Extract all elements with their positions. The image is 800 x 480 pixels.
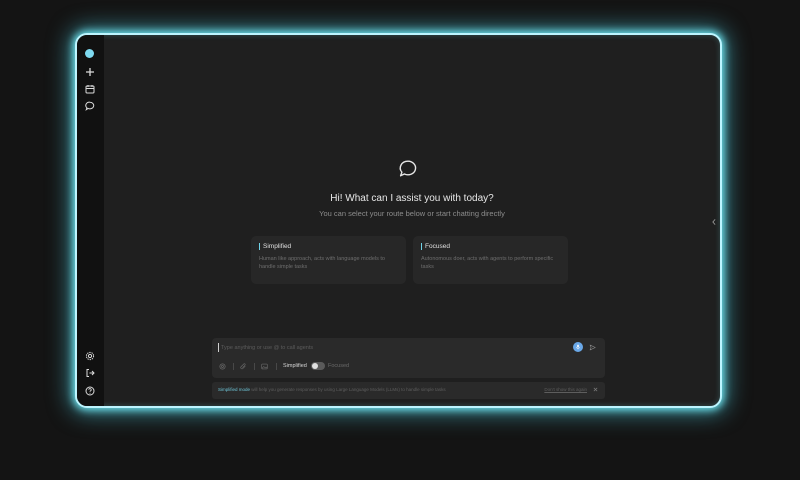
route-card-focused[interactable]: Focused Autonomous doer, acts with agent… (413, 236, 568, 284)
calendar-icon[interactable] (83, 82, 97, 96)
toolbar-divider (233, 363, 234, 370)
toolbar-divider (276, 363, 277, 370)
chat-bubble-icon (399, 160, 417, 177)
sidebar (77, 35, 104, 406)
mention-icon[interactable] (219, 363, 226, 370)
chat-icon[interactable] (83, 99, 97, 113)
toggle-knob (312, 363, 318, 369)
greeting-subtitle: You can select your route below or start… (319, 209, 505, 218)
settings-icon[interactable] (83, 349, 97, 363)
notice-text: Simplified mode will help you generate r… (218, 387, 446, 392)
image-icon[interactable] (261, 363, 268, 370)
main-panel: Hi! What can I assist you with today? Yo… (104, 35, 720, 406)
greeting-title: Hi! What can I assist you with today? (330, 193, 494, 204)
notice-body: will help you generate responses by usin… (250, 387, 446, 392)
toolbar-divider (254, 363, 255, 370)
mode-focused-label[interactable]: Focused (328, 363, 349, 369)
attach-icon[interactable] (240, 363, 247, 370)
route-card-simplified[interactable]: Simplified Human like approach, acts wit… (251, 236, 406, 284)
plus-icon[interactable] (83, 65, 97, 79)
send-icon (589, 344, 596, 350)
help-icon[interactable] (83, 384, 97, 398)
app-window: Hi! What can I assist you with today? Yo… (75, 33, 722, 408)
collapse-panel-icon[interactable] (710, 217, 718, 227)
close-icon[interactable] (592, 386, 598, 392)
mode-toggle[interactable] (311, 362, 325, 370)
dont-show-again-link[interactable]: Don't show this again (544, 387, 587, 392)
text-cursor (218, 343, 219, 352)
logout-icon[interactable] (83, 366, 97, 380)
prompt-input[interactable] (221, 343, 551, 353)
send-button[interactable] (588, 343, 596, 351)
microphone-icon (576, 344, 580, 350)
card-title: Focused (421, 243, 560, 250)
card-description: Human like approach, acts with language … (259, 256, 385, 270)
card-title: Simplified (259, 243, 398, 250)
notice-highlight: Simplified mode (218, 387, 251, 392)
logo-icon[interactable] (85, 49, 94, 58)
card-description: Autonomous doer, acts with agents to per… (421, 256, 554, 270)
mode-simplified-label[interactable]: Simplified (283, 363, 307, 369)
microphone-button[interactable] (573, 342, 583, 352)
chat-composer: Simplified Focused (212, 338, 605, 378)
mode-notice: Simplified mode will help you generate r… (212, 382, 605, 399)
